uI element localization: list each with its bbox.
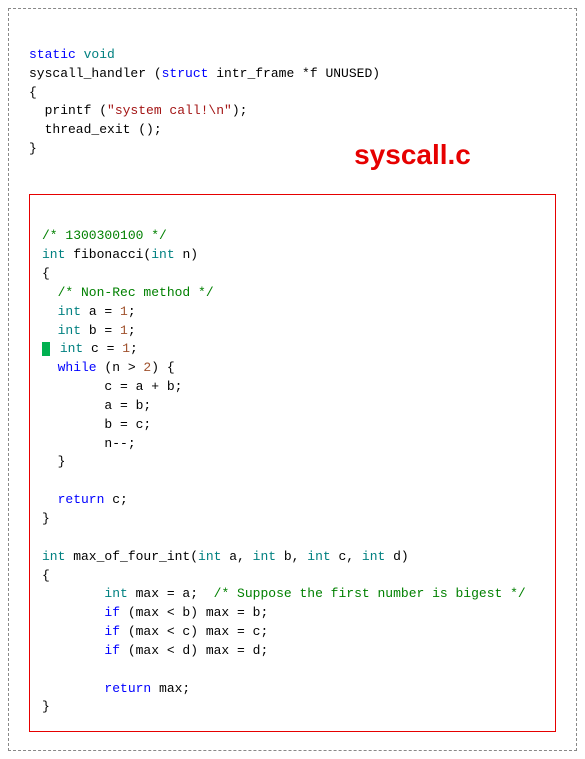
var-max: max = a; xyxy=(128,586,214,601)
type-int: int xyxy=(42,586,128,601)
if-d: (max < d) max = d; xyxy=(120,643,268,658)
num-1: 1 xyxy=(120,304,128,319)
keyword-while: while xyxy=(42,360,97,375)
type-int: int xyxy=(42,549,65,564)
ret-val: c; xyxy=(104,492,127,507)
keyword-if: if xyxy=(42,605,120,620)
type-int: int xyxy=(42,247,65,262)
type-int: int xyxy=(42,304,81,319)
fn-decl-rest: intr_frame *f UNUSED) xyxy=(208,66,380,81)
while-end: ) { xyxy=(151,360,174,375)
keyword-struct: struct xyxy=(162,66,209,81)
outer-container: static void syscall_handler (struct intr… xyxy=(8,8,577,751)
type-int: int xyxy=(42,323,81,338)
comment-suppose: /* Suppose the first number is bigest */ xyxy=(214,586,526,601)
comment-id: /* 1300300100 */ xyxy=(42,228,167,243)
keyword-if: if xyxy=(42,624,120,639)
brace-open: { xyxy=(42,568,50,583)
if-c: (max < c) max = c; xyxy=(120,624,268,639)
num-1: 1 xyxy=(120,323,128,338)
keyword-return: return xyxy=(42,492,104,507)
stmt: b = c; xyxy=(42,417,151,432)
keyword-if: if xyxy=(42,643,120,658)
fn-fib-param: n) xyxy=(175,247,198,262)
stmt: c = a + b; xyxy=(42,379,182,394)
fn-max: max_of_four_int( xyxy=(65,549,198,564)
var-c: c = xyxy=(83,341,122,356)
edit-marker-icon xyxy=(42,342,50,356)
if-b: (max < b) max = b; xyxy=(120,605,268,620)
type-int: int xyxy=(60,341,83,356)
keyword-return: return xyxy=(42,681,151,696)
var-b: b = xyxy=(81,323,120,338)
ret-val: max; xyxy=(151,681,190,696)
stmt: n--; xyxy=(42,436,136,451)
brace-close: } xyxy=(42,454,65,469)
fn-decl: syscall_handler ( xyxy=(29,66,162,81)
fn-fib: fibonacci( xyxy=(65,247,151,262)
brace-open: { xyxy=(42,266,50,281)
type-int: int xyxy=(307,549,330,564)
p: b, xyxy=(276,549,307,564)
pad xyxy=(52,341,60,356)
type-int: int xyxy=(362,549,385,564)
p: d) xyxy=(385,549,408,564)
string-literal: "system call!\n" xyxy=(107,103,232,118)
brace-close: } xyxy=(42,511,50,526)
stmt: a = b; xyxy=(42,398,151,413)
type-int: int xyxy=(198,549,221,564)
file-label: syscall.c xyxy=(269,135,556,176)
type-void: void xyxy=(84,47,115,62)
printf-call: printf ( xyxy=(29,103,107,118)
semi: ; xyxy=(130,341,138,356)
p: a, xyxy=(221,549,252,564)
p: c, xyxy=(331,549,362,564)
brace-open: { xyxy=(29,85,37,100)
var-a: a = xyxy=(81,304,120,319)
type-int: int xyxy=(253,549,276,564)
inner-code-block: /* 1300300100 */ int fibonacci(int n) { … xyxy=(29,194,556,733)
type-int: int xyxy=(151,247,174,262)
thread-exit: thread_exit (); xyxy=(29,122,162,137)
semi: ; xyxy=(128,304,136,319)
while-cond: (n > xyxy=(97,360,144,375)
comment-nonrec: /* Non-Rec method */ xyxy=(42,285,214,300)
semi: ; xyxy=(128,323,136,338)
printf-end: ); xyxy=(232,103,248,118)
num-1: 1 xyxy=(122,341,130,356)
brace-close: } xyxy=(29,141,37,156)
brace-close: } xyxy=(42,699,50,714)
keyword-static: static xyxy=(29,47,76,62)
